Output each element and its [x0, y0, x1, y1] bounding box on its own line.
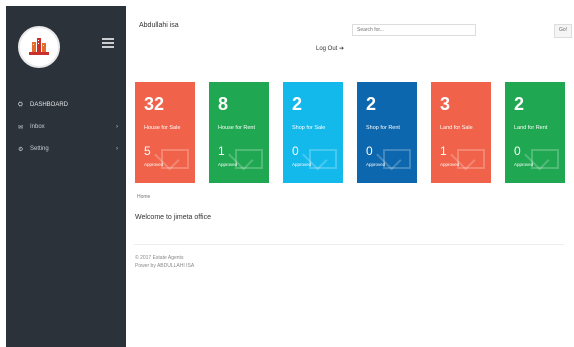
- welcome-message: Welcome to jimeta office: [135, 214, 211, 221]
- card-approved-count: 0: [366, 144, 373, 158]
- search-go-button[interactable]: Go!: [554, 24, 572, 38]
- sidebar-item-label: DASHBOARD: [30, 102, 69, 108]
- sidebar-item-inbox[interactable]: ✉ Inbox ›: [6, 116, 126, 138]
- sidebar-nav: ⛭ DASHBOARD ✉ Inbox › ⚙ Setting ›: [6, 94, 126, 160]
- envelope-icon: [235, 149, 263, 169]
- inbox-icon: ✉: [18, 124, 24, 131]
- sidebar-item-label: Inbox: [30, 124, 45, 130]
- card-house-for-rent[interactable]: 8 House for Rent 1 Approved: [209, 82, 269, 183]
- card-label: Shop for Rent: [366, 125, 400, 131]
- logo[interactable]: [18, 26, 60, 68]
- chevron-right-icon: ›: [116, 146, 118, 152]
- card-label: Shop for Sale: [292, 125, 326, 131]
- search-input[interactable]: [352, 24, 476, 36]
- breadcrumb[interactable]: Home: [137, 194, 150, 200]
- card-house-for-sale[interactable]: 32 House for Sale 5 Approved: [135, 82, 195, 183]
- card-land-for-rent[interactable]: 2 Land for Rent 0 Approved: [505, 82, 565, 183]
- card-approved-count: 0: [292, 144, 299, 158]
- card-count: 8: [218, 94, 229, 114]
- footer-copyright: © 2017 Estate Agents: [135, 255, 184, 261]
- main-content: Abdullahi isa Go! Log Out ➔ 32 House for…: [126, 0, 574, 347]
- card-approved-count: 1: [440, 144, 447, 158]
- card-label: House for Rent: [218, 125, 255, 131]
- envelope-icon: [457, 149, 485, 169]
- sidebar-item-dashboard[interactable]: ⛭ DASHBOARD: [6, 94, 126, 116]
- footer-credit: Power by ABDULLAHI ISA: [135, 263, 195, 269]
- card-land-for-sale[interactable]: 3 Land for Sale 1 Approved: [431, 82, 491, 183]
- card-approved-count: 1: [218, 144, 225, 158]
- card-approved-count: 5: [144, 144, 151, 158]
- card-approved-count: 0: [514, 144, 521, 158]
- card-shop-for-sale[interactable]: 2 Shop for Sale 0 Approved: [283, 82, 343, 183]
- building-logo-icon: [29, 38, 49, 55]
- card-label: House for Sale: [144, 125, 181, 131]
- gear-icon: ⚙: [18, 146, 24, 153]
- logout-link[interactable]: Log Out ➔: [316, 45, 344, 52]
- sidebar-item-setting[interactable]: ⚙ Setting ›: [6, 138, 126, 160]
- card-count: 2: [514, 94, 525, 114]
- card-count: 32: [144, 94, 165, 114]
- user-name: Abdullahi isa: [139, 22, 179, 29]
- envelope-icon: [309, 149, 337, 169]
- card-shop-for-rent[interactable]: 2 Shop for Rent 0 Approved: [357, 82, 417, 183]
- envelope-icon: [383, 149, 411, 169]
- card-count: 2: [366, 94, 377, 114]
- chevron-right-icon: ›: [116, 124, 118, 130]
- card-count: 3: [440, 94, 451, 114]
- card-label: Land for Rent: [514, 125, 548, 131]
- divider: [134, 244, 564, 245]
- sidebar: ⛭ DASHBOARD ✉ Inbox › ⚙ Setting ›: [6, 6, 126, 347]
- card-count: 2: [292, 94, 303, 114]
- sidebar-item-label: Setting: [30, 146, 49, 152]
- dashboard-icon: ⛭: [18, 101, 23, 108]
- envelope-icon: [161, 149, 189, 169]
- card-label: Land for Sale: [440, 125, 473, 131]
- envelope-icon: [531, 149, 559, 169]
- menu-toggle-icon[interactable]: [102, 38, 114, 48]
- footer: © 2017 Estate Agents Power by ABDULLAHI …: [135, 254, 194, 270]
